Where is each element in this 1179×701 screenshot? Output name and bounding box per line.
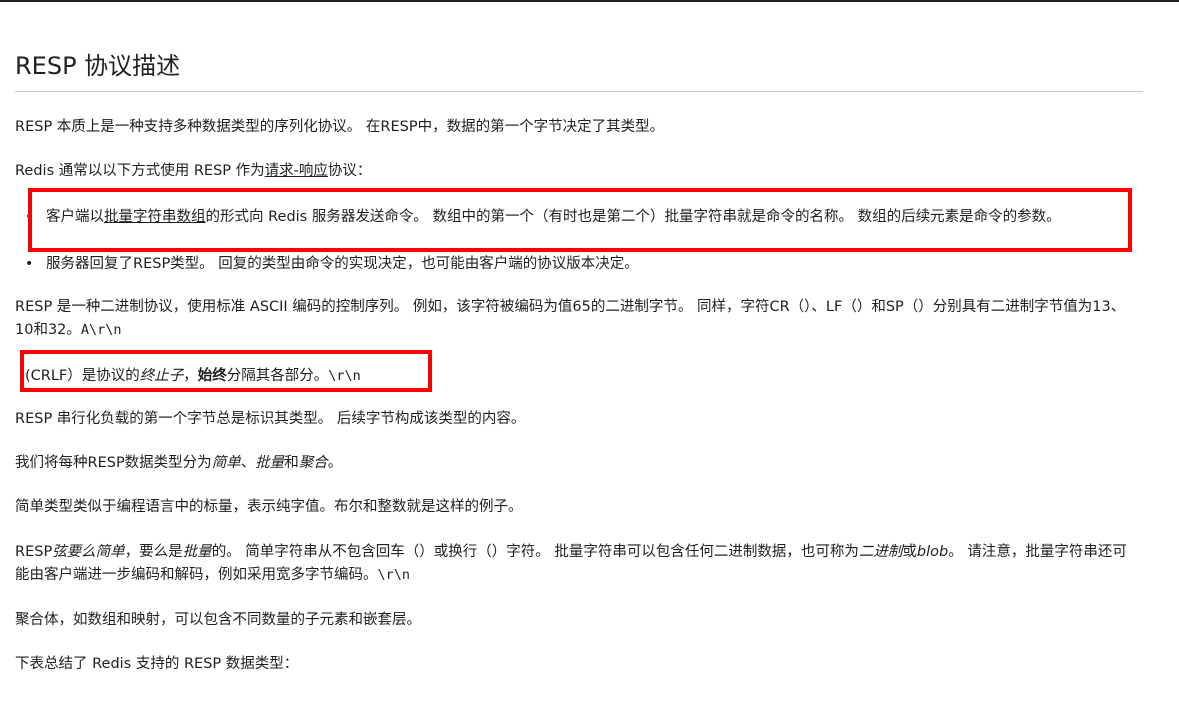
conjunction: 和 bbox=[284, 455, 299, 471]
paragraph-categories-text: 我们将每种RESP数据类型分为 bbox=[15, 455, 212, 471]
bullet-icon: • bbox=[25, 256, 34, 272]
paragraph-simple-types: 简单类型类似于编程语言中的标量，表示纯字值。布尔和整数就是这样的例子。 bbox=[15, 499, 523, 515]
paragraph-strings-text-b: ，要么是 bbox=[124, 544, 183, 560]
cut-off-heading: — — — — — — — — — — — bbox=[30, 0, 257, 9]
paragraph-first-byte: RESP 串行化负载的第一个字节总是标识其类型。 后续字节构成该类型的内容。 bbox=[15, 411, 526, 427]
paragraph-table-intro: 下表总结了 Redis 支持的 RESP 数据类型： bbox=[15, 656, 299, 672]
paragraph-aggregates: 聚合体，如数组和映射，可以包含不同数量的子元素和嵌套层。 bbox=[15, 612, 421, 628]
inline-code: A\r\n bbox=[80, 322, 122, 338]
emphasis-bulk: 批量 bbox=[255, 455, 285, 471]
period: 。 bbox=[327, 455, 343, 471]
separator: 、 bbox=[240, 455, 256, 471]
highlight-box-list-item bbox=[28, 188, 1132, 252]
paragraph-categories: 我们将每种RESP数据类型分为简单、批量和聚合。 bbox=[15, 452, 1133, 475]
highlight-box-crlf bbox=[20, 350, 432, 392]
paragraph-strings-text-c: 的。 简单字符串从不包含回车（）或换行（）字符。 批量字符串可以包含任何二进制数… bbox=[211, 544, 859, 560]
paragraph-usage-text-a: Redis 通常以以下方式使用 RESP 作为 bbox=[15, 163, 265, 179]
paragraph-binary-protocol: RESP 是一种二进制协议，使用标准 ASCII 编码的控制序列。 例如，该字符… bbox=[15, 296, 1133, 342]
title-divider bbox=[15, 91, 1143, 92]
emphasis-bulk: 批量 bbox=[182, 544, 212, 560]
conjunction-or: 或 bbox=[902, 544, 917, 560]
paragraph-usage-text-b: 协议： bbox=[327, 163, 372, 179]
emphasis-simple: 简单 bbox=[211, 455, 241, 471]
page-title: RESP 协议描述 bbox=[15, 52, 181, 80]
emphasis-binary: 二进制 bbox=[858, 544, 903, 560]
paragraph-intro: RESP 本质上是一种支持多种数据类型的序列化协议。 在RESP中，数据的第一个… bbox=[15, 119, 665, 135]
paragraph-strings: RESP弦要么简单，要么是批量的。 简单字符串从不包含回车（）或换行（）字符。 … bbox=[15, 541, 1133, 587]
emphasis-blob: blob bbox=[916, 544, 949, 560]
inline-code: \r\n bbox=[377, 567, 411, 583]
paragraph-strings-text-a: RESP bbox=[15, 544, 53, 560]
request-response-link[interactable]: 请求-响应 bbox=[265, 163, 328, 179]
paragraph-binary-text: RESP 是一种二进制协议，使用标准 ASCII 编码的控制序列。 例如，该字符… bbox=[15, 299, 1126, 338]
list-item-text: 服务器回复了RESP类型。 回复的类型由命令的实现决定，也可能由客户端的协议版本… bbox=[46, 256, 639, 272]
emphasis-strings-simple: 弦要么简单 bbox=[52, 544, 125, 560]
emphasis-aggregate: 聚合 bbox=[298, 455, 328, 471]
paragraph-usage: Redis 通常以以下方式使用 RESP 作为请求-响应协议： bbox=[15, 160, 1133, 183]
